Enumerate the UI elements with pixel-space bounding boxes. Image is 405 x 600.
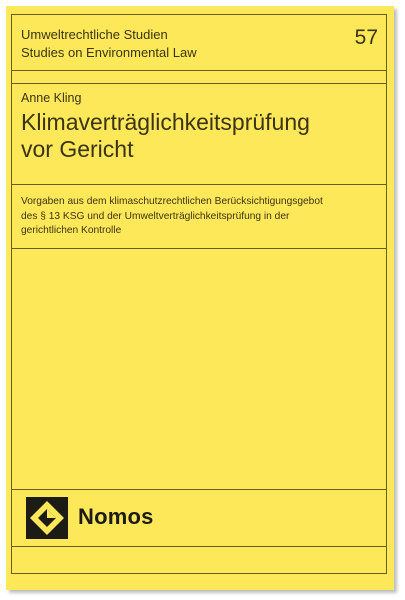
volume-number: 57 — [354, 26, 378, 49]
book-title: Klimaverträglichkeitsprüfung vor Gericht — [21, 109, 381, 163]
book-title-line: vor Gericht — [21, 136, 134, 162]
series-title-german: Umweltrechtliche Studien — [21, 27, 168, 42]
book-subtitle: Vorgaben aus dem klimaschutzrechtlichen … — [21, 195, 383, 239]
nomos-diamond-logo-icon — [26, 497, 68, 539]
author-name: Anne Kling — [21, 91, 82, 105]
series-title-english: Studies on Environmental Law — [21, 45, 197, 60]
cover-frame: Umweltrechtliche Studien Studies on Envi… — [11, 14, 387, 574]
subtitle-line: des § 13 KSG und der Umweltverträglichke… — [21, 210, 290, 222]
book-title-line: Klimaverträglichkeitsprüfung — [21, 109, 310, 135]
subtitle-line: gerichtlichen Kontrolle — [21, 225, 122, 236]
subtitle-block: Vorgaben aus dem klimaschutzrechtlichen … — [12, 185, 386, 249]
subtitle-line: Vorgaben aus dem klimaschutzrechtlichen … — [21, 196, 323, 207]
book-cover: Umweltrechtliche Studien Studies on Envi… — [6, 6, 394, 590]
series-header: Umweltrechtliche Studien Studies on Envi… — [12, 15, 386, 71]
publisher-band: Nomos — [12, 489, 386, 547]
publisher-name: Nomos — [78, 504, 154, 529]
author-title-block: Anne Kling Klimaverträglichkeitsprüfung … — [12, 83, 386, 185]
